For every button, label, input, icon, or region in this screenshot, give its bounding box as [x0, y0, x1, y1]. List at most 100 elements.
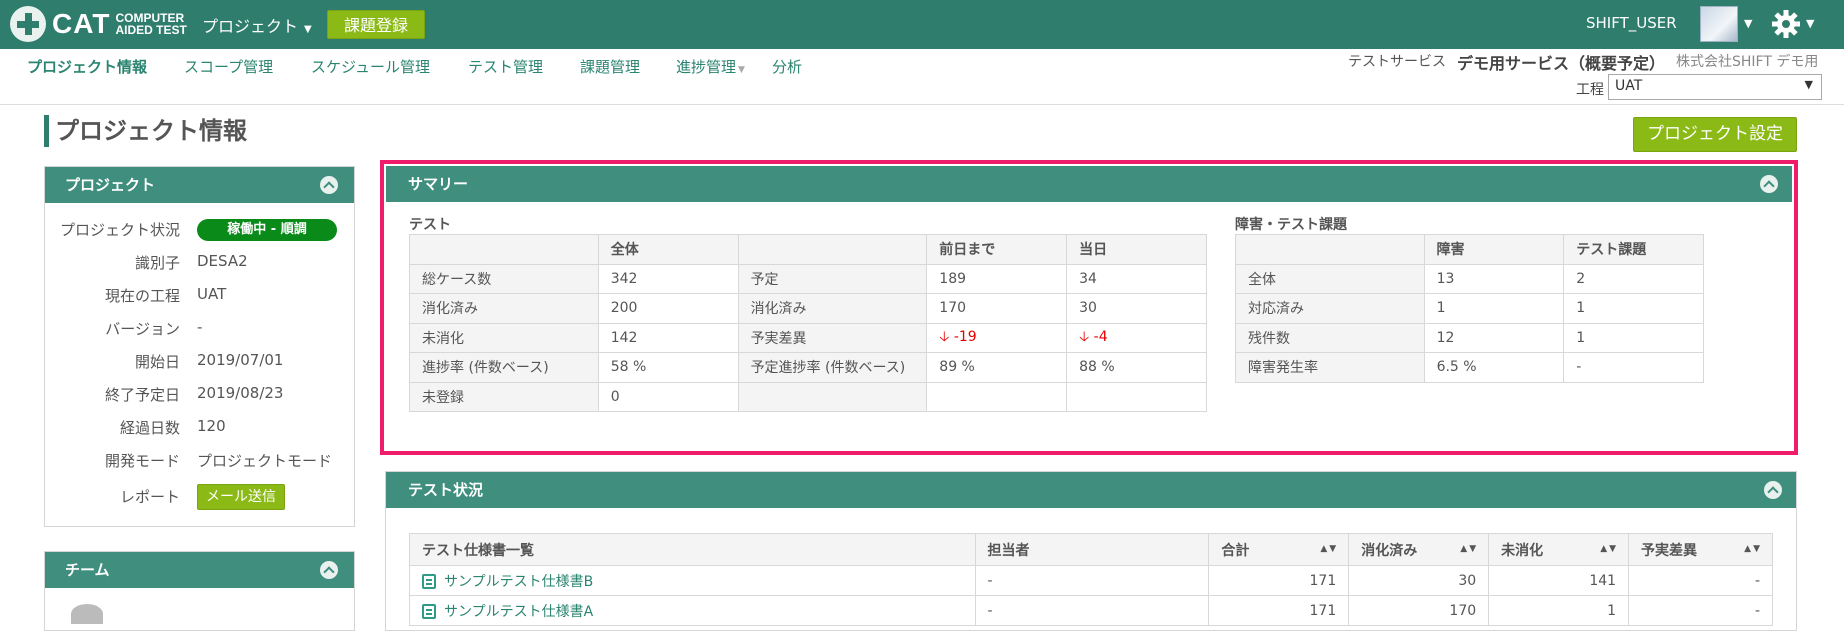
- project-settings-button[interactable]: プロジェクト設定: [1633, 117, 1797, 152]
- project-menu[interactable]: プロジェクト ▼: [202, 13, 312, 37]
- table-header: [1235, 234, 1425, 265]
- sort-icon[interactable]: ▲▼: [1600, 544, 1618, 554]
- table-header-sortable[interactable]: 未消化 ▲▼: [1488, 533, 1630, 566]
- table-cell: -: [1628, 595, 1773, 626]
- table-cell: 170: [1348, 595, 1490, 626]
- info-label: 終了予定日: [104, 386, 180, 404]
- process-select[interactable]: UAT ▼: [1608, 74, 1822, 100]
- team-panel-title: チーム: [65, 561, 110, 579]
- nav-analysis[interactable]: 分析: [772, 56, 802, 77]
- register-issue-button[interactable]: 課題登録: [327, 10, 425, 39]
- info-label: 現在の工程: [104, 287, 180, 305]
- table-cell: 30: [1348, 565, 1490, 596]
- nav-issue[interactable]: 課題管理: [580, 56, 640, 77]
- table-header-row: 全体 前日まで 当日: [409, 234, 1207, 265]
- table-cell: 消化済み: [737, 293, 928, 324]
- gear-icon[interactable]: [1770, 8, 1802, 40]
- table-cell: 171: [1208, 565, 1350, 596]
- defects-section-title: 障害・テスト課題: [1235, 217, 1347, 233]
- team-panel-header: チーム: [45, 552, 354, 588]
- company-name: 株式会社SHIFT デモ用: [1676, 54, 1819, 70]
- collapse-icon[interactable]: [1764, 481, 1782, 499]
- header-label: 予実差異: [1641, 542, 1698, 559]
- nav-test[interactable]: テスト管理: [468, 56, 543, 77]
- table-cell: 89 %: [926, 352, 1068, 383]
- send-mail-button[interactable]: メール送信: [197, 484, 285, 510]
- table-header: テスト仕様書一覧: [409, 533, 976, 566]
- info-label: レポート: [119, 488, 180, 506]
- table-cell: 対応済み: [1235, 293, 1425, 324]
- table-cell: 170: [926, 293, 1068, 324]
- info-value: 2019/08/23: [197, 384, 284, 402]
- variance-value: -4: [1093, 328, 1108, 345]
- info-value: -: [197, 318, 203, 336]
- table-cell: 未登録: [409, 381, 599, 412]
- nav-schedule[interactable]: スケジュール管理: [311, 56, 430, 77]
- table-cell: 🡣 -4: [1066, 322, 1207, 353]
- service-label: テストサービス: [1348, 54, 1446, 70]
- process-label: 工程: [1576, 82, 1604, 98]
- logo-text: CAT: [52, 8, 111, 39]
- table-cell: 12: [1423, 322, 1565, 353]
- table-cell: [926, 381, 1068, 412]
- arrow-down-icon: 🡣: [939, 328, 950, 345]
- table-cell: 189: [926, 263, 1068, 294]
- info-value: UAT: [197, 285, 227, 303]
- table-header-row: 障害 テスト課題: [1235, 234, 1704, 265]
- table-row: 未登録 0: [409, 381, 1207, 412]
- chevron-down-icon: ▼: [304, 24, 312, 35]
- table-cell: 171: [1208, 595, 1350, 626]
- table-cell: -: [1628, 565, 1773, 596]
- header-label: テスト仕様書一覧: [422, 542, 534, 559]
- table-header-sortable[interactable]: 予実差異 ▲▼: [1628, 533, 1773, 566]
- table-header: 当日: [1066, 234, 1207, 265]
- chevron-down-icon[interactable]: ▼: [1744, 17, 1752, 30]
- header-label: 消化済み: [1361, 542, 1418, 559]
- project-panel-header: プロジェクト: [45, 167, 354, 203]
- info-label: 開発モード: [104, 452, 180, 470]
- sort-icon[interactable]: ▲▼: [1744, 544, 1762, 554]
- nav-project-info[interactable]: プロジェクト情報: [27, 56, 147, 77]
- sort-icon[interactable]: ▲▼: [1320, 544, 1338, 554]
- table-cell: サンプルテスト仕様書A: [409, 595, 976, 626]
- table-cell: -: [1563, 352, 1704, 383]
- table-header-sortable[interactable]: 消化済み ▲▼: [1348, 533, 1490, 566]
- top-header: CAT COMPUTER AIDED TEST プロジェクト ▼ 課題登録 SHI…: [0, 0, 1844, 49]
- info-label: 開始日: [134, 353, 180, 371]
- info-value: DESA2: [197, 252, 248, 270]
- nav-scope[interactable]: スコープ管理: [184, 56, 273, 77]
- cat-logo[interactable]: CAT COMPUTER AIDED TEST: [10, 6, 187, 42]
- table-cell: -: [974, 595, 1210, 626]
- table-header: 担当者: [974, 533, 1210, 566]
- plus-logo-icon: [10, 6, 46, 42]
- collapse-icon[interactable]: [1760, 175, 1778, 193]
- chevron-down-icon: ▼: [1804, 78, 1813, 91]
- collapse-icon[interactable]: [320, 561, 338, 579]
- info-label: プロジェクト状況: [59, 221, 180, 239]
- info-value: プロジェクトモード: [197, 452, 333, 470]
- table-cell: 🡣 -19: [926, 322, 1068, 353]
- info-value: 2019/07/01: [197, 351, 284, 369]
- test-spec-link[interactable]: サンプルテスト仕様書B: [444, 574, 593, 590]
- avatar[interactable]: [1700, 6, 1738, 42]
- chevron-down-icon[interactable]: ▼: [1806, 17, 1814, 30]
- sort-icon[interactable]: ▲▼: [1460, 544, 1478, 554]
- header-label: 合計: [1221, 542, 1250, 559]
- table-cell: 141: [1488, 565, 1630, 596]
- table-cell: 予実差異: [737, 322, 928, 353]
- test-spec-link[interactable]: サンプルテスト仕様書A: [444, 604, 593, 620]
- collapse-icon[interactable]: [320, 176, 338, 194]
- table-row: 総ケース数 342 予定 189 34: [409, 263, 1207, 294]
- status-badge: 稼働中 - 順調: [197, 219, 337, 241]
- table-header-sortable[interactable]: 合計 ▲▼: [1208, 533, 1350, 566]
- table-cell: 30: [1066, 293, 1207, 324]
- logo-subtext-line2: AIDED TEST: [115, 23, 187, 37]
- table-cell: 障害発生率: [1235, 352, 1425, 383]
- table-cell: 予定: [737, 263, 928, 294]
- table-cell: 全体: [1235, 263, 1425, 294]
- user-name[interactable]: SHIFT_USER: [1586, 14, 1677, 32]
- table-cell: [737, 381, 928, 412]
- table-row: サンプルテスト仕様書B - 171 30 141 -: [409, 565, 1773, 596]
- nav-progress[interactable]: 進捗管理 ▼: [676, 56, 745, 77]
- logo-subtext: COMPUTER AIDED TEST: [115, 12, 186, 36]
